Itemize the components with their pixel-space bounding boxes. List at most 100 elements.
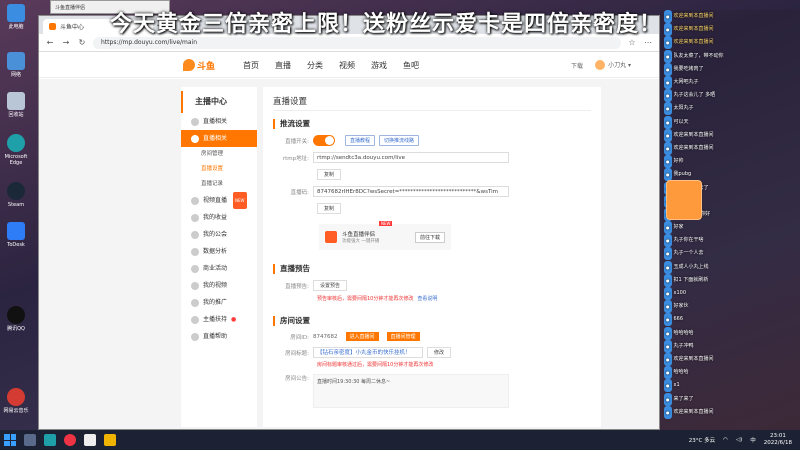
desktop-icon-this-pc[interactable]: 此电脑 — [2, 4, 30, 30]
sidebar-sub-live-records[interactable]: 直播记录 — [181, 177, 257, 192]
section-room-settings: 房间设置 — [273, 316, 591, 326]
desktop-icon-label: 此电脑 — [8, 24, 24, 30]
nav-yuba[interactable]: 鱼吧 — [403, 60, 419, 71]
new-badge: NEW — [379, 221, 393, 226]
stream-code-field[interactable]: 8747682rIHEr8DC?wsSecret=***************… — [313, 186, 509, 197]
download-companion-button[interactable]: 前往下载 — [414, 231, 445, 243]
chat-message: ● 欢迎来到本直播间 — [660, 10, 800, 24]
wifi-icon[interactable]: ◠ — [723, 437, 728, 443]
recording-app-icon[interactable] — [64, 434, 76, 446]
sidebar-item-label: 直播相关 — [203, 118, 228, 125]
chat-message: ● 丸子你在干啥 — [660, 234, 800, 248]
chat-text: 我要吃烤肉了 — [673, 65, 704, 72]
sidebar-sub-room-manage[interactable]: 房间管理 — [181, 147, 257, 162]
live-toggle[interactable] — [313, 135, 335, 146]
sidebar-item-label: 直播帮助 — [203, 333, 228, 340]
row-copy-code: 复制 — [273, 203, 591, 214]
windows-start-icon[interactable] — [4, 434, 16, 446]
folder-taskbar-icon[interactable] — [104, 434, 116, 446]
back-arrow-icon[interactable]: ← — [45, 38, 55, 47]
weather-text[interactable]: 23°C 多云 — [689, 436, 715, 444]
rtmp-address-field[interactable]: rtmp://sendtc3a.douyu.com/live — [313, 152, 509, 163]
desktop-icon-qq[interactable]: 腾讯QQ — [2, 306, 30, 332]
refresh-icon[interactable]: ↻ — [77, 38, 87, 47]
desktop-icon-steam[interactable]: Steam — [2, 182, 30, 208]
chat-text: 欢迎来到本直播间 — [673, 131, 714, 138]
switch-line-button[interactable]: 切换推流线路 — [379, 135, 420, 146]
sidebar-item-analytics[interactable]: 数据分析 — [181, 243, 257, 260]
label-stream-code: 直播码: — [290, 189, 309, 196]
star-icon[interactable]: ☆ — [627, 38, 637, 47]
sidebar-item-label: 视频直播 — [203, 197, 228, 204]
download-link[interactable]: 下载 — [571, 61, 583, 70]
sidebar-item-live-related[interactable]: 直播相关 — [181, 113, 257, 130]
user-area: 下载 小刀丸 ▾ — [571, 52, 631, 78]
sidebar-item-guild[interactable]: 我的公会 — [181, 226, 257, 243]
sidebar-item-label: 数据分析 — [203, 248, 228, 255]
chat-message: ● 欢迎来到本直播间 — [660, 128, 800, 142]
row-copy-rtmp: 复制 — [273, 169, 591, 180]
nav-live[interactable]: 直播 — [275, 60, 291, 71]
room-title-field[interactable]: 【钻石亲密度】小丸金币的快乐挂机！ — [313, 347, 423, 358]
modify-title-button[interactable]: 修改 — [427, 347, 452, 358]
chat-text: 丸子一个人去 — [673, 250, 704, 257]
url-input[interactable]: https://mp.douyu.com/live/main — [93, 36, 621, 49]
system-tray: 23°C 多云 ◠ ◁) 中 23:01 2022/6/18 — [689, 433, 800, 447]
forward-arrow-icon[interactable]: → — [61, 38, 71, 47]
ime-indicator[interactable]: 中 — [750, 436, 756, 444]
computer-icon — [7, 4, 25, 22]
desktop-icon-recycle-bin[interactable]: 回收站 — [2, 92, 30, 118]
sidebar-item-help[interactable]: 直播帮助 — [181, 328, 257, 345]
level-badge-icon: ● — [664, 234, 672, 248]
desktop-icon-netease-music[interactable]: 网易云音乐 — [2, 388, 30, 414]
level-badge-icon: ● — [664, 221, 672, 235]
set-preview-button[interactable]: 设置预告 — [313, 280, 348, 291]
browser-window: 斗鱼中心 × + ← → ↻ https://mp.douyu.com/live… — [38, 15, 660, 430]
enter-room-button[interactable]: 进入直播间 — [345, 332, 379, 341]
section-preview: 直播预告 — [273, 264, 591, 274]
level-badge-icon: ● — [664, 36, 672, 50]
sidebar-item-promotion[interactable]: 我的推广 — [181, 294, 257, 311]
task-view-icon[interactable] — [24, 434, 36, 446]
row-title-warn: 房间标题审核通过后，需要间隔10分钟才能再次修改 — [273, 361, 591, 368]
sidebar-item-support[interactable]: 主播扶持 ● — [181, 311, 257, 328]
douyu-logo[interactable]: 斗鱼 — [183, 56, 221, 74]
room-notice-textarea[interactable]: 直播时间19:30:30 每周二休息~ — [313, 374, 509, 408]
clock[interactable]: 23:01 2022/6/18 — [764, 433, 792, 447]
level-badge-icon: ● — [664, 49, 672, 63]
menu-dots-icon[interactable]: ⋯ — [643, 38, 653, 47]
gift-widget[interactable] — [666, 180, 702, 220]
chat-message: ● 欢迎来到本直播间 — [660, 141, 800, 155]
nav-video[interactable]: 视频 — [339, 60, 355, 71]
megaphone-icon — [191, 298, 199, 307]
sidebar-item-my-videos[interactable]: 我的视频 — [181, 277, 257, 294]
copy-code-button[interactable]: 复制 — [317, 203, 342, 214]
chat-text: 好家伙 — [673, 303, 689, 310]
level-badge-icon: ● — [664, 326, 672, 340]
chat-message: ● 我要吃烤肉了 — [660, 62, 800, 76]
user-menu[interactable]: 小刀丸 ▾ — [595, 60, 631, 71]
desktop-icon-network[interactable]: 网络 — [2, 52, 30, 78]
chrome-taskbar-icon[interactable] — [84, 434, 96, 446]
copy-rtmp-button[interactable]: 复制 — [317, 169, 342, 180]
sidebar-item-live-related-active[interactable]: 直播相关 — [181, 130, 257, 147]
chat-text: 哈哈哈哈 — [673, 329, 694, 336]
nav-category[interactable]: 分类 — [307, 60, 323, 71]
desktop-icon-edge[interactable]: Microsoft Edge — [2, 134, 30, 166]
sidebar-item-business[interactable]: 商业活动 — [181, 260, 257, 277]
edge-taskbar-icon[interactable] — [44, 434, 56, 446]
live-tutorial-button[interactable]: 直播教程 — [345, 135, 376, 146]
nav-home[interactable]: 首页 — [243, 60, 259, 71]
sidebar-item-video-live[interactable]: 视频直播 NEW — [181, 192, 257, 209]
douyu-header: 斗鱼 首页 直播 分类 视频 游戏 鱼吧 下载 小刀丸 ▾ — [39, 52, 659, 78]
desktop-icon-todesk[interactable]: ToDesk — [2, 222, 30, 248]
sidebar-sub-live-settings[interactable]: 直播设置 — [181, 162, 257, 177]
room-manage-button[interactable]: 直播间管理 — [386, 332, 420, 341]
chat-text: 好家 — [673, 224, 684, 231]
sidebar-item-label: 我的公会 — [203, 231, 228, 238]
volume-icon[interactable]: ◁) — [736, 437, 742, 443]
sidebar-item-earnings[interactable]: 我的收益 — [181, 209, 257, 226]
view-explanation-link[interactable]: 查看说明 — [417, 295, 437, 302]
nav-game[interactable]: 游戏 — [371, 60, 387, 71]
level-badge-icon: ● — [664, 23, 672, 37]
